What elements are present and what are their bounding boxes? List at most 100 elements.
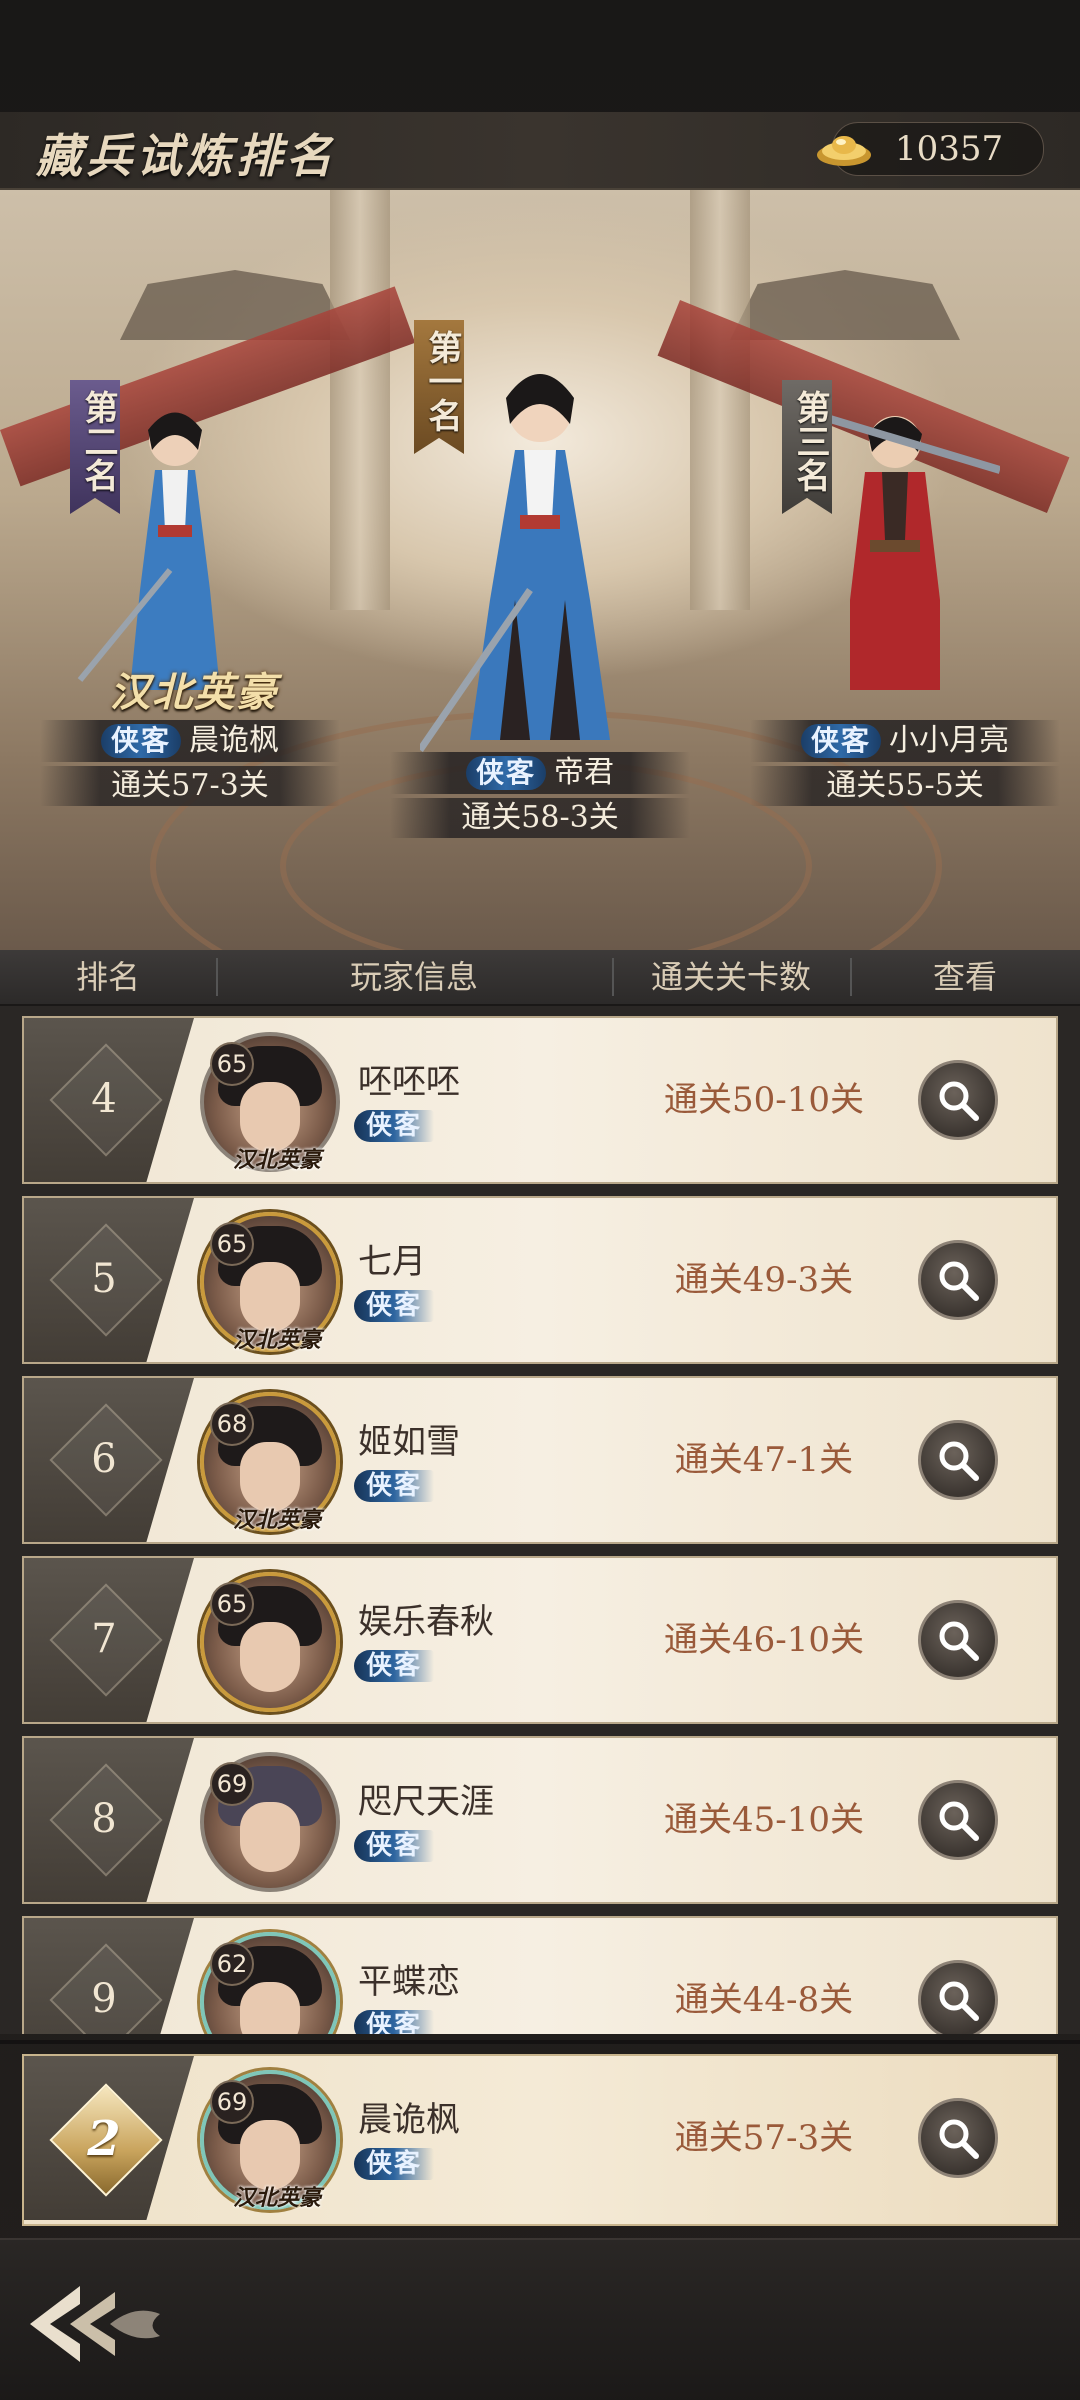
search-icon <box>939 2119 979 2159</box>
stage-progress: 通关57-3关 <box>674 2118 854 2158</box>
podium-stage-third: 通关55-5关 <box>750 766 1060 806</box>
stage-progress: 通关49-3关 <box>674 1260 854 1300</box>
pillar <box>330 190 390 610</box>
avatar[interactable]: 65 汉北英豪 <box>200 1032 340 1173</box>
level-badge: 62 <box>210 1942 254 1986</box>
clan-tag: 侠客 <box>354 1110 435 1142</box>
back-arrow-icon[interactable] <box>10 2274 180 2374</box>
level-badge: 65 <box>210 1042 254 1086</box>
player-name: 呸呸呸 <box>358 1062 460 1102</box>
stage-progress: 通关45-10关 <box>663 1800 864 1840</box>
player-name: 帝君 <box>554 755 614 790</box>
ranking-row[interactable]: 7 65 娱乐春秋 侠客 通关46-10关 <box>22 1556 1058 1724</box>
ranking-row[interactable]: 5 65 汉北英豪 七月 侠客 通关49-3关 <box>22 1196 1058 1364</box>
view-button[interactable] <box>918 2098 998 2178</box>
header-bar: 藏兵试炼排名 10357 <box>0 112 1080 190</box>
avatar[interactable]: 68 汉北英豪 <box>200 1392 340 1533</box>
rank-number: 6 <box>91 1436 117 1482</box>
stage-progress: 通关50-10关 <box>663 1080 864 1120</box>
stage-progress: 通关46-10关 <box>663 1620 864 1660</box>
player-name: 晨诡枫 <box>358 2100 460 2140</box>
gold-ingot-icon <box>817 136 871 166</box>
avatar[interactable]: 62 <box>200 1932 340 2034</box>
rank-flag-second: 第二名 <box>70 380 120 514</box>
podium-stage-first: 通关58-3关 <box>390 798 690 838</box>
table-header: 排名 玩家信息 通关关卡数 查看 <box>0 950 1080 1006</box>
divider <box>0 2040 1080 2044</box>
page-title: 藏兵试炼排名 <box>36 129 336 183</box>
podium-nameplate-second[interactable]: 侠客 晨诡枫 <box>40 720 340 762</box>
level-badge: 65 <box>210 1582 254 1626</box>
search-icon <box>939 1981 979 2021</box>
pavilion-right <box>730 270 960 340</box>
view-button[interactable] <box>918 1060 998 1140</box>
view-button[interactable] <box>918 1420 998 1500</box>
avatar[interactable]: 69 <box>200 1752 340 1892</box>
clan-tag: 侠客 <box>354 1470 435 1502</box>
currency-value: 10357 <box>895 129 1004 169</box>
clan-tag: 侠客 <box>100 724 181 758</box>
clan-tag: 侠客 <box>354 1830 435 1862</box>
level-badge: 69 <box>210 1762 254 1806</box>
search-icon <box>939 1261 979 1301</box>
rank-number: 7 <box>91 1616 117 1662</box>
pillar <box>690 190 750 610</box>
clan-tag: 侠客 <box>354 2148 435 2180</box>
player-name: 姬如雪 <box>358 1422 460 1462</box>
clan-tag: 侠客 <box>354 2010 435 2034</box>
view-button[interactable] <box>918 1240 998 1320</box>
clan-tag: 侠客 <box>465 756 546 790</box>
rank-number: 5 <box>91 1256 117 1302</box>
view-button[interactable] <box>918 1780 998 1860</box>
ranking-row[interactable]: 8 69 咫尺天涯 侠客 通关45-10关 <box>22 1736 1058 1904</box>
stage-progress: 通关44-8关 <box>674 1980 854 2020</box>
avatar-title-badge: 汉北英豪 <box>232 2185 321 2211</box>
app-root: 藏兵试炼排名 10357 第一名 第二名 第三名 汉北英豪 侠客 晨诡枫 通关5… <box>0 0 1080 2400</box>
avatar-face <box>240 1802 300 1872</box>
player-name: 小小月亮 <box>889 723 1009 758</box>
rank-flag-first: 第一名 <box>414 320 464 454</box>
rank-number: 8 <box>91 1796 117 1842</box>
search-icon <box>939 1801 979 1841</box>
avatar[interactable]: 65 <box>200 1572 340 1712</box>
avatar-title-badge: 汉北英豪 <box>232 1327 321 1353</box>
my-ranking-row[interactable]: 2 69 汉北英豪 晨诡枫 侠客 通关57-3关 <box>22 2054 1058 2226</box>
rank-flag-third: 第三名 <box>782 380 832 514</box>
player-name: 平蝶恋 <box>358 1962 460 2002</box>
player-name: 七月 <box>358 1242 426 1282</box>
ranking-row[interactable]: 6 68 汉北英豪 姬如雪 侠客 通关47-1关 <box>22 1376 1058 1544</box>
view-button[interactable] <box>918 1960 998 2034</box>
column-player-info: 玩家信息 <box>349 958 478 996</box>
level-badge: 65 <box>210 1222 254 1266</box>
avatar-title-badge: 汉北英豪 <box>232 1507 321 1533</box>
podium-nameplate-first[interactable]: 侠客 帝君 <box>390 752 690 794</box>
player-name: 咫尺天涯 <box>358 1782 494 1822</box>
avatar-face <box>240 1982 300 2034</box>
ranking-row[interactable]: 4 65 汉北英豪 呸呸呸 侠客 通关50-10关 <box>22 1016 1058 1184</box>
avatar[interactable]: 69 汉北英豪 <box>200 2070 340 2211</box>
avatar[interactable]: 65 汉北英豪 <box>200 1212 340 1353</box>
column-rank: 排名 <box>75 958 140 996</box>
search-icon <box>939 1621 979 1661</box>
rank-number: 2 <box>87 2111 121 2167</box>
clan-tag: 侠客 <box>800 724 881 758</box>
stage-progress: 通关47-1关 <box>674 1440 854 1480</box>
podium-nameplate-third[interactable]: 侠客 小小月亮 <box>750 720 1060 762</box>
title-badge: 汉北英豪 <box>110 669 278 716</box>
search-icon <box>939 1081 979 1121</box>
clan-tag: 侠客 <box>354 1290 435 1322</box>
column-stage-count: 通关关卡数 <box>650 958 811 996</box>
player-name: 娱乐春秋 <box>358 1602 494 1642</box>
podium-stage-second: 通关57-3关 <box>40 766 340 806</box>
ranking-row[interactable]: 9 62 平蝶恋 侠客 通关44-8关 <box>22 1916 1058 2034</box>
avatar-face <box>240 1622 300 1692</box>
clan-tag: 侠客 <box>354 1650 435 1682</box>
view-button[interactable] <box>918 1600 998 1680</box>
currency-display: 10357 <box>817 122 1044 176</box>
bottom-bar <box>0 2238 1080 2400</box>
ranking-list[interactable]: 4 65 汉北英豪 呸呸呸 侠客 通关50-10关 5 65 汉北英豪 七月 侠… <box>0 1006 1080 2034</box>
rank-number: 4 <box>91 1076 117 1122</box>
level-badge: 69 <box>210 2080 254 2124</box>
search-icon <box>939 1441 979 1481</box>
player-name: 晨诡枫 <box>189 723 279 758</box>
